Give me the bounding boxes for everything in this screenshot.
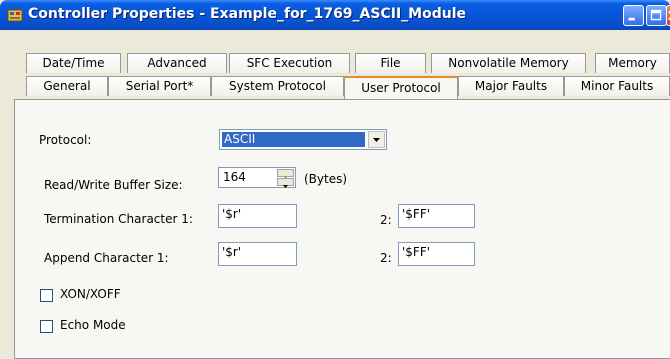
tab-date-time[interactable]: Date/Time — [26, 53, 121, 73]
tab-user-protocol[interactable]: User Protocol — [344, 76, 458, 99]
spin-up-button[interactable] — [277, 169, 294, 180]
controller-properties-icon — [7, 9, 23, 22]
buffer-size-value: 164 — [223, 170, 246, 184]
termination-char-2-label: 2: — [380, 213, 392, 227]
echo-mode-checkbox[interactable] — [40, 320, 53, 333]
maximize-button[interactable] — [646, 5, 667, 26]
echo-mode-label: Echo Mode — [60, 318, 126, 332]
close-button[interactable] — [666, 5, 670, 26]
tab-file[interactable]: File — [355, 53, 426, 73]
protocol-dropdown-button[interactable] — [368, 131, 385, 148]
minimize-button[interactable] — [623, 5, 644, 26]
protocol-selected-value: ASCII — [222, 132, 365, 147]
tab-sfc-execution[interactable]: SFC Execution — [229, 53, 350, 73]
append-char-1-field[interactable]: '$r' — [218, 242, 297, 266]
spin-down-button[interactable] — [277, 178, 294, 188]
tab-general[interactable]: General — [26, 76, 108, 96]
tab-nonvolatile-memory[interactable]: Nonvolatile Memory — [431, 53, 586, 73]
append-char-label: Append Character 1: — [44, 251, 169, 265]
append-char-2-label: 2: — [380, 251, 392, 265]
termination-char-1-field[interactable]: '$r' — [218, 204, 297, 228]
protocol-select[interactable]: ASCII — [219, 129, 387, 150]
buffer-unit-label: (Bytes) — [304, 172, 348, 186]
tab-memory[interactable]: Memory — [595, 53, 670, 73]
minimize-icon — [628, 17, 635, 21]
title-bar[interactable]: Controller Properties - Example_for_1769… — [0, 0, 670, 30]
spin-arrows-icon — [277, 169, 294, 188]
maximize-icon — [650, 9, 662, 21]
tab-minor-faults[interactable]: Minor Faults — [564, 76, 670, 96]
tab-serial-port[interactable]: Serial Port* — [108, 76, 211, 96]
buffer-size-spinner[interactable]: 164 — [218, 167, 296, 188]
xon-xoff-label: XON/XOFF — [60, 287, 121, 301]
termination-char-label: Termination Character 1: — [44, 212, 193, 226]
tab-system-protocol[interactable]: System Protocol — [211, 76, 344, 96]
controller-properties-window: Controller Properties - Example_for_1769… — [0, 0, 670, 359]
tab-major-faults[interactable]: Major Faults — [458, 76, 564, 96]
append-char-2-field[interactable]: '$FF' — [398, 242, 475, 266]
chevron-down-icon — [373, 138, 380, 142]
window-title: Controller Properties - Example_for_1769… — [28, 6, 466, 22]
buffer-size-label: Read/Write Buffer Size: — [44, 178, 183, 192]
termination-char-2-field[interactable]: '$FF' — [398, 204, 475, 228]
protocol-label: Protocol: — [39, 133, 92, 147]
xon-xoff-checkbox[interactable] — [40, 289, 53, 302]
tab-advanced[interactable]: Advanced — [127, 53, 227, 73]
arrow-down-icon — [283, 185, 288, 188]
